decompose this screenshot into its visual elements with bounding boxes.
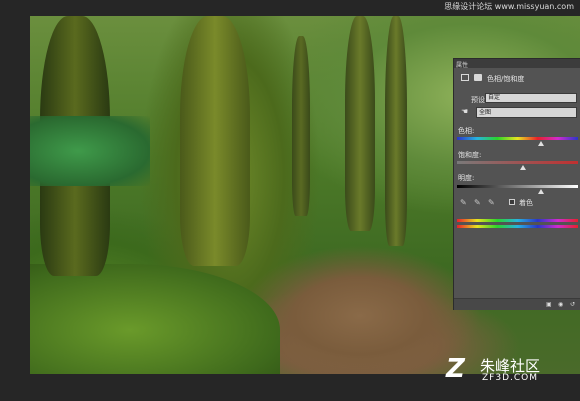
panel-header: 色相/饱和度 (454, 72, 580, 84)
logo-mark-icon: Z (446, 354, 465, 384)
clip-to-layer-icon[interactable]: ▣ (546, 301, 552, 308)
saturation-label: 饱和度: (458, 151, 482, 159)
tree-trunk (385, 16, 407, 246)
eyedropper-plus-icon[interactable]: ✎ (474, 198, 481, 207)
fern-foliage (30, 116, 150, 186)
channel-row: ☚ 全图 (454, 107, 580, 119)
hue-slider-track[interactable] (457, 137, 578, 140)
lightness-slider-thumb[interactable] (538, 189, 544, 194)
preset-row: 预设: 自定 (454, 93, 580, 105)
tab-properties[interactable]: 属性 (456, 60, 468, 69)
view-previous-icon[interactable]: ◉ (558, 301, 563, 308)
lightness-slider-track[interactable] (457, 185, 578, 188)
preset-dropdown[interactable]: 自定 (485, 93, 577, 103)
moss-ground (30, 264, 280, 374)
panel-footer: ▣ ◉ ↺ (454, 298, 580, 310)
properties-panel: 属性 色相/饱和度 预设: 自定 ☚ 全图 色相: 饱和度: 明度: ✎ ✎ ✎… (453, 58, 580, 310)
tree-trunk (292, 36, 310, 216)
tree-trunk (345, 16, 375, 231)
colorize-checkbox[interactable] (509, 199, 515, 205)
saturation-slider-track[interactable] (457, 161, 578, 164)
hue-label: 色相: (458, 127, 475, 135)
channel-dropdown[interactable]: 全图 (476, 107, 577, 118)
eyedropper-row: ✎ ✎ ✎ 着色 (454, 198, 580, 210)
targeted-adjustment-hand-icon[interactable]: ☚ (461, 107, 468, 116)
eyedropper-icon[interactable]: ✎ (460, 198, 467, 207)
lightness-label: 明度: (458, 174, 475, 182)
color-spectrum-bar (457, 219, 578, 222)
logo-url-text: ZF3D.COM (482, 373, 538, 383)
watermark-text: 思缘设计论坛 www.missyuan.com (444, 2, 574, 11)
colorize-label: 着色 (519, 199, 533, 207)
watermark-logo: Z 朱峰社区 ZF3D.COM (446, 355, 570, 387)
color-spectrum-bar (457, 225, 578, 228)
tree-trunk (180, 16, 250, 266)
eyedropper-minus-icon[interactable]: ✎ (488, 198, 495, 207)
reset-icon[interactable]: ↺ (570, 301, 575, 308)
panel-title: 色相/饱和度 (487, 75, 525, 83)
hue-slider-thumb[interactable] (538, 141, 544, 146)
adjustment-layer-icon[interactable] (461, 74, 469, 81)
panel-tab-bar: 属性 (454, 59, 580, 69)
saturation-slider-thumb[interactable] (520, 165, 526, 170)
mask-icon[interactable] (474, 74, 482, 81)
